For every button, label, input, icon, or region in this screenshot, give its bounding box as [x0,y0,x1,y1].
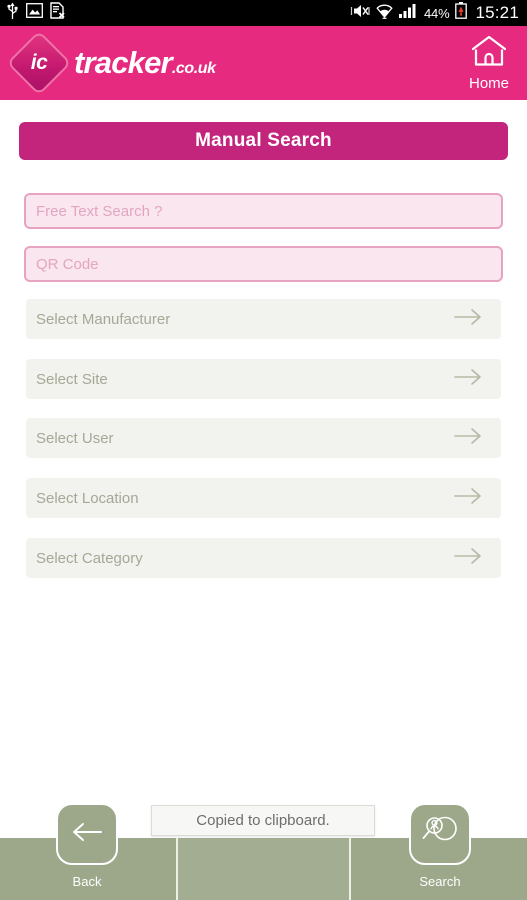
free-text-search-input[interactable]: Free Text Search ? [24,193,503,229]
ic-diamond-icon: ic [6,30,72,96]
usb-icon [6,2,19,25]
app-screen: 44% 15:21 ic tracker .co.uk Home Manual … [0,0,527,900]
sim-card-error-icon [50,2,66,24]
logo-wordmark: tracker .co.uk [74,45,216,81]
mute-vibrate-icon [350,3,370,24]
select-user-label: Select User [36,429,114,447]
select-category-row[interactable]: Select Category [26,538,501,578]
back-label: Back [72,874,102,889]
search-label: Search [419,874,461,889]
free-text-search-placeholder: Free Text Search ? [36,202,163,220]
arrow-right-icon [453,546,483,571]
select-site-label: Select Site [36,370,108,388]
battery-alert-icon [455,2,468,24]
arrow-right-icon [453,307,483,332]
select-location-label: Select Location [36,489,139,507]
search-button[interactable]: Search [385,803,495,889]
back-button[interactable]: Back [32,803,142,889]
qr-code-input[interactable]: QR Code [24,246,503,282]
select-site-row[interactable]: Select Site [26,359,501,399]
back-button-surface[interactable] [56,803,118,865]
select-category-label: Select Category [36,549,143,567]
arrow-right-icon [453,486,483,511]
toast-message: Copied to clipboard. [151,805,375,836]
logo-word: tracker [74,45,173,80]
home-icon [471,35,507,73]
select-manufacturer-label: Select Manufacturer [36,310,171,328]
wifi-icon [376,3,393,24]
qr-code-placeholder: QR Code [36,255,99,273]
status-bar-right-icons: 44% 15:21 [350,2,519,24]
arrow-right-icon [453,367,483,392]
home-button[interactable]: Home [469,35,509,92]
status-bar-left-icons [6,2,66,25]
page-title[interactable]: Manual Search [19,122,508,160]
search-person-icon [420,813,460,856]
arrow-right-icon [453,426,483,451]
arrow-left-icon [70,820,104,849]
toast-text: Copied to clipboard. [196,812,330,829]
home-label: Home [468,74,509,92]
brand-logo[interactable]: ic tracker .co.uk [0,30,216,96]
app-header: ic tracker .co.uk Home [0,26,527,100]
status-bar: 44% 15:21 [0,0,527,26]
logo-badge-text: ic [30,51,48,74]
bottom-bar-center-section [176,838,351,900]
status-bar-clock: 15:21 [475,3,519,22]
select-location-row[interactable]: Select Location [26,478,501,518]
screenshot-image-icon [26,3,43,23]
select-manufacturer-row[interactable]: Select Manufacturer [26,299,501,339]
search-button-surface[interactable] [409,803,471,865]
select-user-row[interactable]: Select User [26,418,501,458]
signal-bars-icon [399,3,418,23]
battery-percent-label: 44% [424,5,450,21]
logo-tld: .co.uk [171,60,216,77]
